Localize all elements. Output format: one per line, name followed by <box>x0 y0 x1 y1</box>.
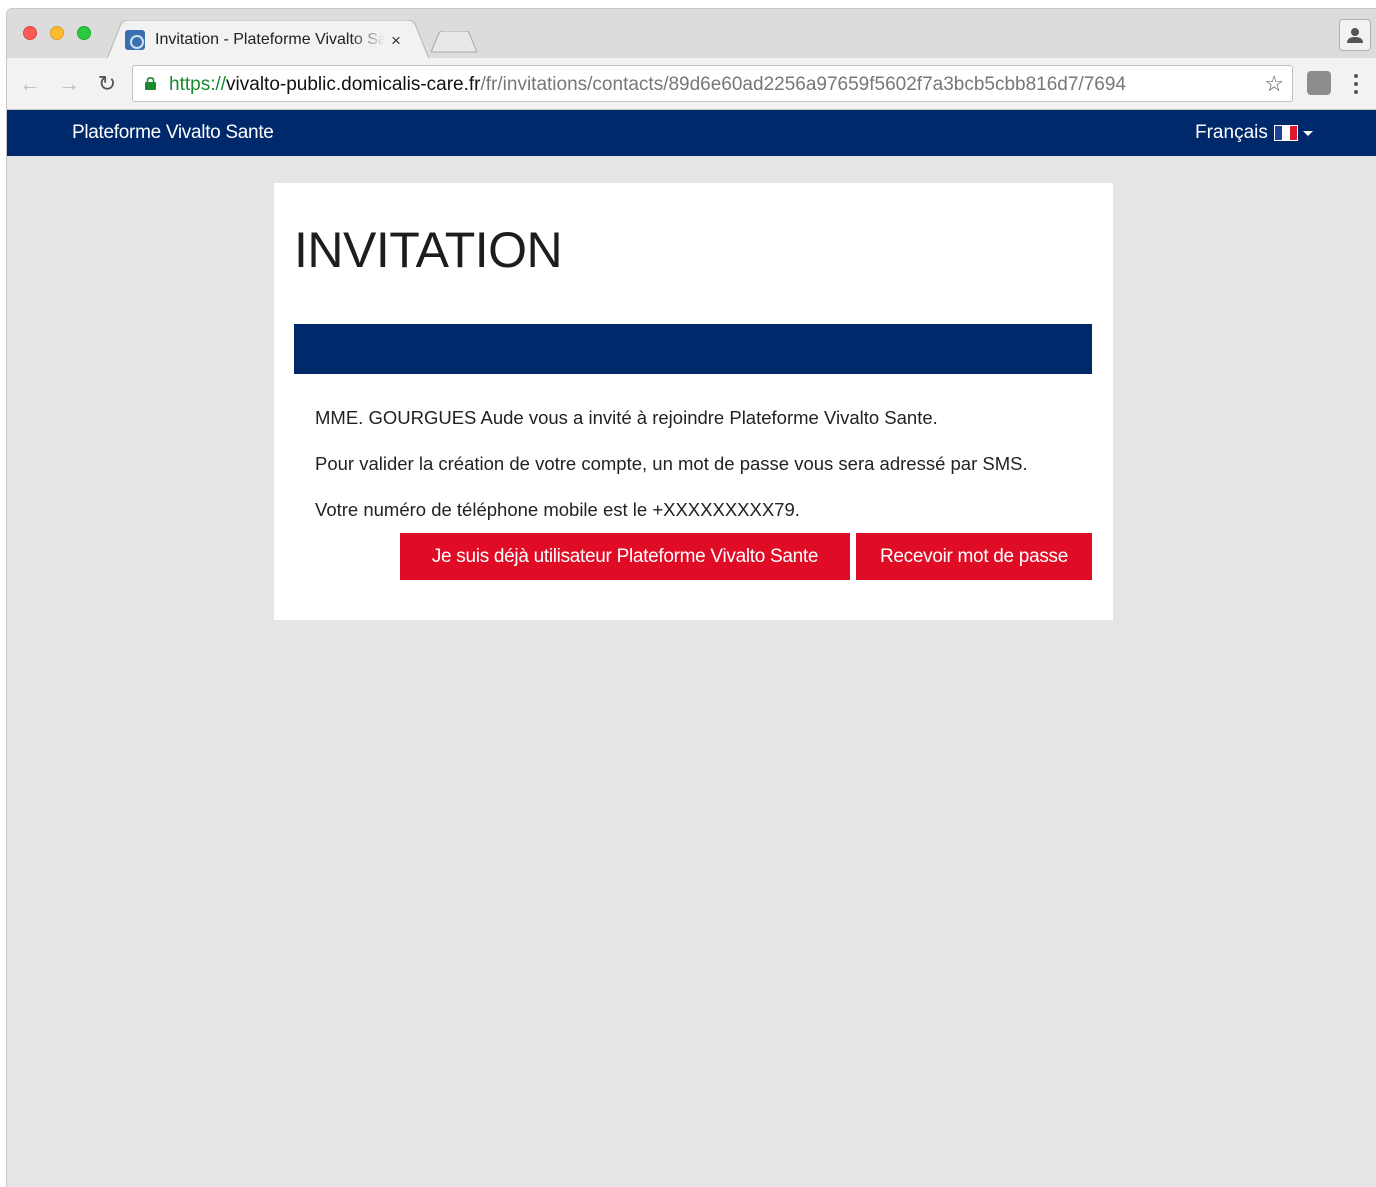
tab-content: Invitation - Plateforme Vivalto Sante × <box>125 29 401 51</box>
lock-icon <box>145 77 156 90</box>
browser-toolbar: ← → ↻ https://vivalto-public.domicalis-c… <box>7 58 1376 110</box>
url-path: /fr/invitations/contacts/89d6e60ad2256a9… <box>480 74 1126 95</box>
bookmark-star-icon[interactable]: ☆ <box>1264 71 1284 97</box>
site-favicon-icon <box>125 30 145 50</box>
tab-close-icon[interactable]: × <box>391 32 401 49</box>
french-flag-icon <box>1273 125 1298 141</box>
existing-user-button[interactable]: Je suis déjà utilisateur Plateforme Viva… <box>400 533 850 580</box>
person-icon <box>1347 28 1363 43</box>
extension-icon[interactable] <box>1307 71 1331 95</box>
browser-menu-icon[interactable] <box>1347 70 1365 98</box>
browser-window: Invitation - Plateforme Vivalto Sante × … <box>6 8 1376 1187</box>
profile-button[interactable] <box>1339 19 1371 51</box>
url-text: https://vivalto-public.domicalis-care.fr… <box>169 74 1126 96</box>
caret-down-icon <box>1302 130 1313 136</box>
close-window-button[interactable] <box>23 26 37 40</box>
new-tab-button[interactable] <box>431 31 477 53</box>
card-header-band <box>294 324 1092 374</box>
phone-number-text: Votre numéro de téléphone mobile est le … <box>315 499 800 520</box>
reload-icon[interactable]: ↻ <box>93 70 121 98</box>
back-icon[interactable]: ← <box>16 70 44 98</box>
tab-title: Invitation - Plateforme Vivalto Sante <box>155 31 385 48</box>
site-navbar: Plateforme Vivalto Sante Français <box>7 110 1376 156</box>
url-host: vivalto-public.domicalis-care.fr <box>226 74 481 95</box>
url-scheme: https:// <box>169 74 227 95</box>
invitation-card: INVITATION MME. GOURGUES Aude vous a inv… <box>274 183 1113 620</box>
forward-icon[interactable]: → <box>55 70 83 98</box>
language-dropdown[interactable]: Français <box>1195 122 1313 144</box>
browser-titlebar: Invitation - Plateforme Vivalto Sante × <box>7 9 1376 59</box>
sms-info-text: Pour valider la création de votre compte… <box>315 453 1028 474</box>
minimize-window-button[interactable] <box>50 26 64 40</box>
receive-password-button[interactable]: Recevoir mot de passe <box>856 533 1092 580</box>
zoom-window-button[interactable] <box>77 26 91 40</box>
page-title: INVITATION <box>294 222 563 278</box>
address-bar[interactable]: https://vivalto-public.domicalis-care.fr… <box>132 65 1293 102</box>
language-label: Français <box>1195 122 1268 143</box>
invitation-message: MME. GOURGUES Aude vous a invité à rejoi… <box>315 407 938 428</box>
site-brand-link[interactable]: Plateforme Vivalto Sante <box>72 122 274 144</box>
